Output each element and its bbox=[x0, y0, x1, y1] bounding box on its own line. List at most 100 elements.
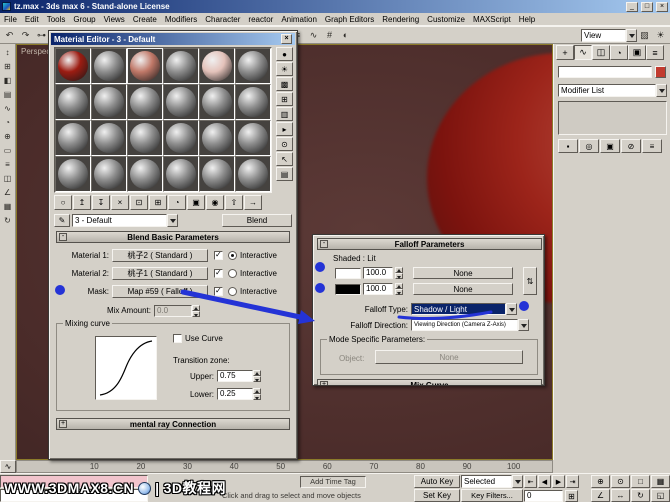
material-sample-slot[interactable] bbox=[199, 48, 235, 84]
window-titlebar[interactable]: tz.max - 3ds max 6 - Stand-alone License… bbox=[0, 0, 670, 13]
menu-item[interactable]: Tools bbox=[43, 15, 70, 24]
menu-item[interactable]: Customize bbox=[423, 15, 469, 24]
remove-modifier-icon[interactable]: ⊘ bbox=[621, 139, 641, 153]
arc-rotate-icon[interactable]: ↻ bbox=[631, 489, 650, 502]
track-bar[interactable]: 10 20 30 40 50 60 70 80 90 100 bbox=[16, 460, 553, 473]
curve-editor-icon[interactable]: ∿ bbox=[306, 28, 321, 43]
lower-field[interactable]: 0.25 bbox=[217, 388, 253, 400]
object-pick-button[interactable]: None bbox=[375, 350, 523, 364]
lit-amount-spinner[interactable] bbox=[395, 283, 403, 295]
show-map-in-viewport-icon[interactable]: ▣ bbox=[187, 195, 205, 210]
material-sample-slot[interactable] bbox=[235, 156, 271, 192]
make-preview-icon[interactable]: ▸ bbox=[276, 122, 293, 136]
material-sample-slot[interactable] bbox=[163, 84, 199, 120]
dock-tool-icon[interactable]: ◫ bbox=[1, 172, 14, 184]
render-scene-icon[interactable]: ▨ bbox=[637, 28, 652, 43]
make-unique-icon[interactable]: ▣ bbox=[600, 139, 620, 153]
material-sample-slot[interactable] bbox=[55, 84, 91, 120]
dock-tool-icon[interactable]: ≡ bbox=[1, 158, 14, 170]
dock-tool-icon[interactable]: ↻ bbox=[1, 214, 14, 226]
menu-item[interactable]: Character bbox=[201, 15, 244, 24]
menu-item[interactable]: File bbox=[0, 15, 21, 24]
redo-icon[interactable]: ↷ bbox=[18, 28, 33, 43]
dock-tool-icon[interactable]: ⊕ bbox=[1, 130, 14, 142]
use-curve-checkbox[interactable] bbox=[173, 334, 182, 343]
dock-tool-icon[interactable]: ↕ bbox=[1, 46, 14, 58]
tab-modify[interactable]: ∿ bbox=[574, 45, 592, 60]
material-sample-slot[interactable] bbox=[127, 120, 163, 156]
material-sample-slot[interactable] bbox=[127, 48, 163, 84]
dock-tool-icon[interactable]: ▦ bbox=[1, 200, 14, 212]
menu-item[interactable]: Create bbox=[129, 15, 161, 24]
blend-basic-parameters-rollout[interactable]: - Blend Basic Parameters bbox=[56, 231, 290, 243]
zoom-all-icon[interactable]: ⊙ bbox=[611, 475, 630, 488]
menu-item[interactable]: MAXScript bbox=[469, 15, 515, 24]
select-by-material-icon[interactable]: ↖ bbox=[276, 152, 293, 166]
key-filters-button[interactable]: Key Filters... bbox=[461, 489, 523, 502]
material-sample-slot[interactable] bbox=[127, 84, 163, 120]
minimize-button[interactable]: _ bbox=[626, 1, 638, 12]
menu-item[interactable]: Help bbox=[515, 15, 539, 24]
lower-spinner[interactable] bbox=[253, 388, 261, 400]
material-sample-slot[interactable] bbox=[91, 120, 127, 156]
tab-hierarchy[interactable]: ◫ bbox=[592, 45, 610, 60]
shaded-amount-spinner[interactable] bbox=[395, 267, 403, 279]
dock-tool-icon[interactable]: ▤ bbox=[1, 88, 14, 100]
modifier-list-dropdown[interactable]: Modifier List bbox=[558, 84, 667, 97]
auto-key-button[interactable]: Auto Key bbox=[414, 475, 460, 488]
object-name-field[interactable] bbox=[558, 66, 652, 78]
zoom-extents-icon[interactable]: □ bbox=[631, 475, 650, 488]
material-sample-slot[interactable] bbox=[91, 48, 127, 84]
material-options-icon[interactable]: ⊙ bbox=[276, 137, 293, 151]
zoom-icon[interactable]: ⊕ bbox=[591, 475, 610, 488]
material2-button[interactable]: 桃子1 ( Standard ) bbox=[112, 267, 208, 280]
min-max-toggle-icon[interactable]: ◱ bbox=[651, 489, 670, 502]
mix-curve-rollout[interactable]: + Mix Curve bbox=[317, 379, 542, 385]
show-end-result-icon[interactable]: ◉ bbox=[206, 195, 224, 210]
lit-color-swatch[interactable] bbox=[335, 283, 361, 295]
menu-item[interactable]: Animation bbox=[277, 15, 321, 24]
close-icon[interactable]: × bbox=[281, 34, 292, 44]
video-color-check-icon[interactable]: ▥ bbox=[276, 107, 293, 121]
select-and-link-icon[interactable]: ⊶ bbox=[34, 28, 49, 43]
current-frame-field[interactable]: 0 bbox=[524, 490, 563, 502]
dock-tool-icon[interactable]: ◧ bbox=[1, 74, 14, 86]
material-sample-slot[interactable] bbox=[199, 120, 235, 156]
material-name-dropdown[interactable]: 3 - Default bbox=[72, 214, 178, 227]
falloff-parameters-rollout[interactable]: - Falloff Parameters bbox=[317, 238, 542, 250]
put-to-scene-icon[interactable]: ↥ bbox=[73, 195, 91, 210]
selection-set-dropdown[interactable]: Selected bbox=[461, 475, 523, 488]
object-color-swatch[interactable] bbox=[655, 66, 666, 78]
material-editor-icon[interactable]: ◐ bbox=[338, 28, 353, 43]
menu-item[interactable]: Edit bbox=[21, 15, 43, 24]
material2-interactive-radio[interactable] bbox=[228, 269, 237, 278]
mask-interactive-radio[interactable] bbox=[228, 287, 237, 296]
mix-amount-field[interactable]: 0.0 bbox=[154, 304, 192, 317]
go-to-start-icon[interactable]: ⇤ bbox=[524, 475, 537, 488]
menu-item[interactable]: Views bbox=[100, 15, 129, 24]
material-sample-slot[interactable] bbox=[163, 120, 199, 156]
open-mini-curve-editor-button[interactable]: ∿ bbox=[0, 460, 16, 473]
time-configuration-button[interactable]: ⊞ bbox=[565, 490, 578, 502]
go-forward-sibling-icon[interactable]: → bbox=[244, 195, 262, 210]
menu-item[interactable]: reactor bbox=[244, 15, 277, 24]
go-to-parent-icon[interactable]: ⇧ bbox=[225, 195, 243, 210]
material-sample-slot[interactable] bbox=[199, 84, 235, 120]
go-to-end-icon[interactable]: ⇥ bbox=[566, 475, 579, 488]
lit-amount-field[interactable]: 100.0 bbox=[363, 283, 393, 295]
make-copy-icon[interactable]: ⊡ bbox=[130, 195, 148, 210]
falloff-direction-dropdown[interactable]: Viewing Direction (Camera Z-Axis) bbox=[411, 319, 529, 331]
field-of-view-icon[interactable]: ∠ bbox=[591, 489, 610, 502]
tab-motion[interactable]: ◔ bbox=[610, 45, 628, 60]
shaded-amount-field[interactable]: 100.0 bbox=[363, 267, 393, 279]
configure-modifier-sets-icon[interactable]: ≡ bbox=[642, 139, 662, 153]
material-sample-slot[interactable] bbox=[55, 120, 91, 156]
material-sample-slot[interactable] bbox=[235, 120, 271, 156]
dock-tool-icon[interactable]: ◔ bbox=[1, 116, 14, 128]
pin-stack-icon[interactable]: ▪ bbox=[558, 139, 578, 153]
put-to-library-icon[interactable]: ⊞ bbox=[149, 195, 167, 210]
menu-item[interactable]: Modifiers bbox=[161, 15, 201, 24]
material-sample-slot[interactable] bbox=[91, 156, 127, 192]
zoom-extents-all-icon[interactable]: ▦ bbox=[651, 475, 670, 488]
material-sample-slot[interactable] bbox=[91, 84, 127, 120]
